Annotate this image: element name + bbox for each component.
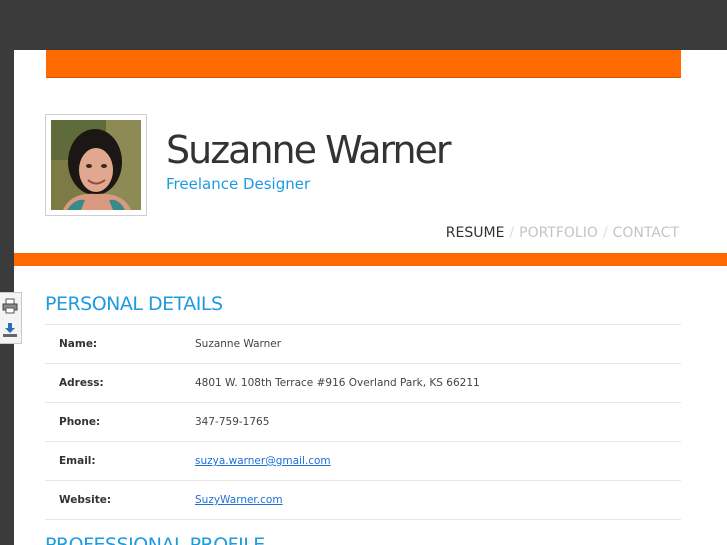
detail-label: Phone: [59,416,101,428]
detail-row-phone: Phone: 347-759-1765 [45,403,681,442]
section-title-personal-details: PERSONAL DETAILS [45,293,223,315]
detail-row-address: Adress: 4801 W. 108th Terrace #916 Overl… [45,364,681,403]
nav-item-resume[interactable]: RESUME [446,225,505,241]
detail-value-address: 4801 W. 108th Terrace #916 Overland Park… [195,377,480,389]
download-icon[interactable] [2,322,18,338]
orange-divider-bar [14,253,727,266]
avatar [51,120,141,210]
email-link[interactable]: suzya.warner@gmail.com [195,455,331,467]
profile-photo-frame [45,114,147,216]
page-title: Suzanne Warner [166,128,452,172]
top-accent-bar [46,50,681,78]
resume-page: Suzanne Warner Freelance Designer RESUME… [14,50,727,545]
nav-item-portfolio[interactable]: PORTFOLIO [519,225,598,241]
personal-details-table: Name: Suzanne Warner Adress: 4801 W. 108… [45,324,681,520]
website-link[interactable]: SuzyWarner.com [195,494,283,506]
detail-row-website: Website: SuzyWarner.com [45,481,681,520]
detail-label: Email: [59,455,96,467]
nav-separator: / [602,225,608,241]
section-title-professional-profile: PROFESSIONAL PROFILE [45,534,265,545]
side-toolbar [0,292,22,344]
detail-value-name: Suzanne Warner [195,338,282,350]
detail-label: Name: [59,338,98,350]
detail-row-name: Name: Suzanne Warner [45,325,681,364]
detail-label: Website: [59,494,112,506]
detail-value-email: suzya.warner@gmail.com [195,455,331,467]
print-icon[interactable] [2,298,18,314]
detail-label: Adress: [59,377,104,389]
nav-separator: / [509,225,515,241]
detail-row-email: Email: suzya.warner@gmail.com [45,442,681,481]
main-nav: RESUME / PORTFOLIO / CONTACT [446,225,679,241]
detail-value-phone: 347-759-1765 [195,416,270,428]
nav-item-contact[interactable]: CONTACT [613,225,679,241]
detail-value-website: SuzyWarner.com [195,494,283,506]
job-title: Freelance Designer [166,175,311,193]
